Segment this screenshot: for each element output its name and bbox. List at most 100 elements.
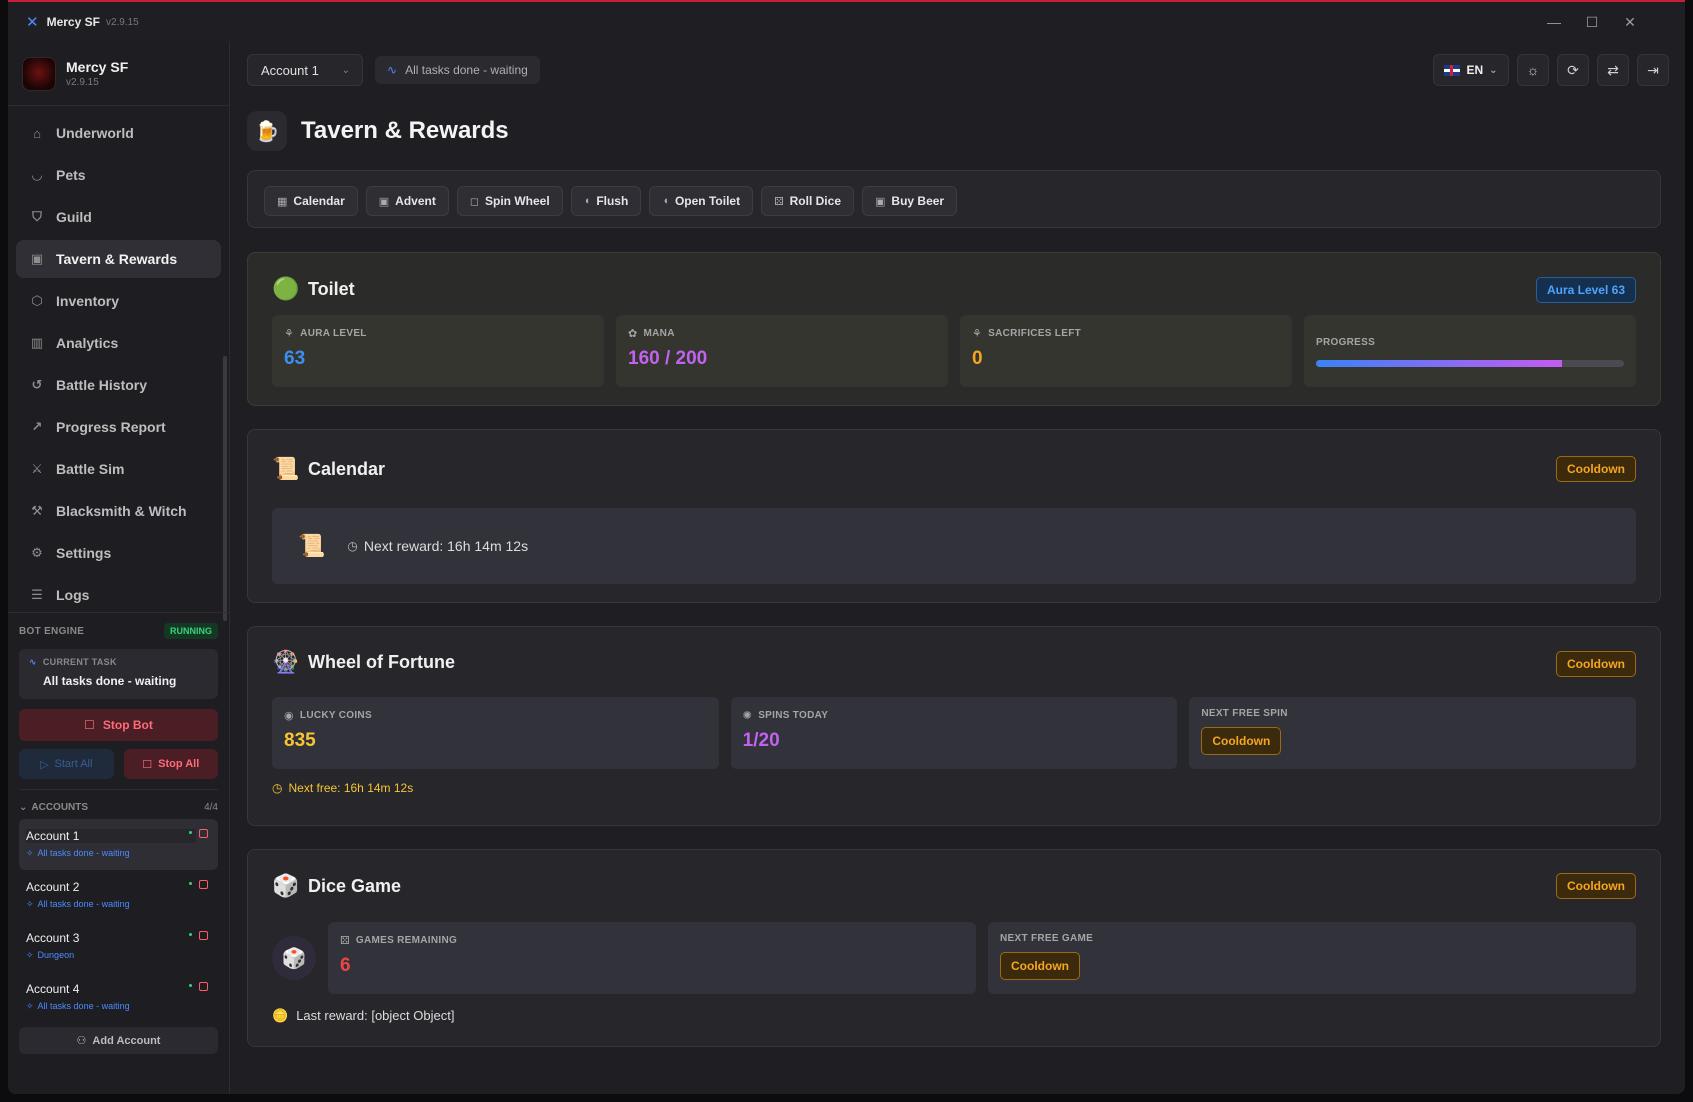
stop-account-button[interactable]: [199, 982, 208, 991]
scroll-icon: 📜: [272, 456, 300, 481]
accounts-label: ACCOUNTS: [31, 802, 89, 813]
sidebar-item-label: Tavern & Rewards: [56, 251, 178, 267]
account-name: Account 4: [26, 982, 80, 996]
flush-button-label: Flush: [596, 194, 629, 208]
sidebar-item-label: Guild: [56, 209, 92, 225]
sidebar-item-label: Pets: [56, 167, 86, 183]
language-select[interactable]: EN ⌄: [1433, 54, 1509, 86]
account-status: All tasks done - waiting: [37, 1001, 130, 1011]
sidebar-item-analytics[interactable]: ▥ Analytics: [16, 324, 221, 362]
stop-bot-button[interactable]: ☐ Stop Bot: [19, 709, 218, 741]
app-version: v2.9.15: [105, 16, 139, 28]
aura-level-value: 63: [284, 348, 306, 369]
dice-icon: 🎲: [272, 873, 300, 898]
advent-button[interactable]: ▣ Advent: [365, 186, 449, 216]
sidebar-item-battle-sim[interactable]: ⚔ Battle Sim: [16, 450, 221, 488]
progress-stat: PROGRESS: [1304, 315, 1636, 387]
stat-label: NEXT FREE SPIN: [1201, 708, 1288, 719]
chevron-down-icon: ⌄: [1489, 64, 1498, 76]
box-icon: ⬡: [31, 293, 43, 308]
actions-card: ▦ Calendar ▣ Advent ◻ Spin Wheel ◖ Flush ◖ Op…: [247, 170, 1661, 228]
sidebar-nav: ⌂ Underworld ◡ Pets ⛉ Guild ▣ Tavern & Rewar…: [8, 106, 229, 621]
stat-label: AURA LEVEL: [300, 328, 367, 339]
calendar-card: 📜 Calendar Cooldown 📜 ◷ Next reward: 16h…: [247, 429, 1661, 603]
brand-version: v2.9.15: [66, 77, 99, 88]
accounts-header[interactable]: ⌄ ACCOUNTS 4/4: [19, 789, 218, 819]
theme-toggle-button[interactable]: ☼: [1517, 54, 1549, 86]
account-item[interactable]: Account 2 ✧ All tasks done - waiting: [19, 870, 218, 921]
status-icon: ✧: [26, 848, 34, 858]
calendar-reward-box: 📜 ◷ Next reward: 16h 14m 12s: [272, 508, 1636, 584]
stop-icon: ☐: [142, 758, 153, 771]
account-item[interactable]: Account 1 ✧ All tasks done - waiting: [19, 819, 218, 870]
games-remaining-stat: ⚄ GAMES REMAINING 6: [328, 922, 976, 994]
sidebar: Mercy SF v2.9.15 ⌂ Underworld ◡ Pets ⛉ Guil…: [8, 42, 230, 1094]
stop-account-button[interactable]: [199, 829, 208, 838]
main-content: Account 1 ⌄ ∿ All tasks done - waiting E…: [231, 42, 1685, 1094]
sidebar-item-battle-history[interactable]: ↺ Battle History: [16, 366, 221, 404]
roll-dice-button[interactable]: ⚄ Roll Dice: [761, 186, 854, 216]
sidebar-item-label: Progress Report: [56, 419, 166, 435]
progress-bar-fill: [1316, 360, 1563, 367]
buy-beer-button-label: Buy Beer: [891, 194, 945, 208]
sidebar-item-blacksmith[interactable]: ⚒ Blacksmith & Witch: [16, 492, 221, 530]
stop-all-button[interactable]: ☐ Stop All: [123, 749, 218, 779]
wheel-card: 🎡 Wheel of Fortune Cooldown ◉ LUCKY COINS…: [247, 626, 1661, 826]
calendar-button-label: Calendar: [293, 194, 345, 208]
sidebar-item-settings[interactable]: ⚙ Settings: [16, 534, 221, 572]
sidebar-item-label: Battle Sim: [56, 461, 125, 477]
flush-button[interactable]: ◖ Flush: [570, 186, 642, 216]
sync-button[interactable]: ⇄: [1597, 54, 1629, 86]
stop-account-button[interactable]: [199, 880, 208, 889]
account-item[interactable]: Account 3 ✧ Dungeon: [19, 921, 218, 972]
stop-account-button[interactable]: [199, 931, 208, 940]
dice-card: 🎲 Dice Game Cooldown 🎲 ⚄ GAMES REMAINING …: [247, 849, 1661, 1047]
section-title: Dice Game: [308, 875, 402, 896]
online-dot: [189, 882, 192, 885]
online-dot: [189, 933, 192, 936]
current-task-value: All tasks done - waiting: [43, 674, 177, 688]
sidebar-item-label: Inventory: [56, 293, 120, 309]
maximize-icon[interactable]: ☐: [1573, 2, 1611, 42]
account-item[interactable]: Account 4 ✧ All tasks done - waiting: [19, 972, 218, 1023]
start-all-button[interactable]: ▷ Start All: [19, 749, 114, 779]
scroll-icon: 📜: [298, 533, 326, 558]
sidebar-item-label: Blacksmith & Witch: [56, 503, 187, 519]
close-icon[interactable]: ✕: [1611, 2, 1649, 42]
sidebar-item-underworld[interactable]: ⌂ Underworld: [16, 114, 221, 152]
spin-wheel-button[interactable]: ◻ Spin Wheel: [456, 186, 563, 216]
sidebar-item-progress-report[interactable]: ↗ Progress Report: [16, 408, 221, 446]
sidebar-item-tavern[interactable]: ▣ Tavern & Rewards: [16, 240, 221, 278]
dice-icon: ⚄: [774, 195, 784, 208]
sidebar-item-inventory[interactable]: ⬡ Inventory: [16, 282, 221, 320]
gift-icon: ▣: [875, 195, 886, 208]
stop-icon: ☐: [84, 718, 95, 732]
calendar-button[interactable]: ▦ Calendar: [264, 186, 358, 216]
calendar-header: 📜 Calendar Cooldown: [248, 430, 1660, 508]
buy-beer-button[interactable]: ▣ Buy Beer: [862, 186, 958, 216]
sidebar-item-logs[interactable]: ☰ Logs: [16, 576, 221, 614]
chevron-down-icon: ⌄: [19, 802, 28, 813]
open-toilet-button[interactable]: ◖ Open Toilet: [649, 186, 754, 216]
clock-icon: ◷: [272, 781, 283, 795]
stat-label: LUCKY COINS: [299, 710, 372, 721]
sidebar-item-pets[interactable]: ◡ Pets: [16, 156, 221, 194]
next-free-spin-stat: NEXT FREE SPIN Cooldown: [1189, 697, 1637, 769]
account-select[interactable]: Account 1 ⌄: [247, 54, 363, 86]
refresh-button[interactable]: ⟳: [1557, 54, 1589, 86]
minimize-icon[interactable]: —: [1535, 2, 1573, 42]
title-bar: ✕ Mercy SF v2.9.15 — ☐ ✕: [8, 2, 1685, 42]
gear-icon: ⚙: [31, 545, 43, 560]
clock-icon: ◷: [347, 539, 358, 553]
activity-icon: ∿: [387, 63, 398, 77]
next-free-spin-badge: Cooldown: [1201, 727, 1282, 755]
sidebar-item-guild[interactable]: ⛉ Guild: [16, 198, 221, 236]
sacrifices-stat: ⚘ SACRIFICES LEFT 0: [960, 315, 1292, 387]
sun-icon: ☼: [1526, 62, 1540, 78]
sidebar-scrollbar[interactable]: [223, 356, 227, 621]
logout-button[interactable]: ⇥: [1637, 54, 1669, 86]
stat-label: SACRIFICES LEFT: [988, 328, 1082, 339]
stop-bot-label: Stop Bot: [102, 718, 153, 732]
add-account-button[interactable]: ⚇ Add Account: [19, 1027, 218, 1054]
sacrifices-value: 0: [972, 348, 983, 369]
